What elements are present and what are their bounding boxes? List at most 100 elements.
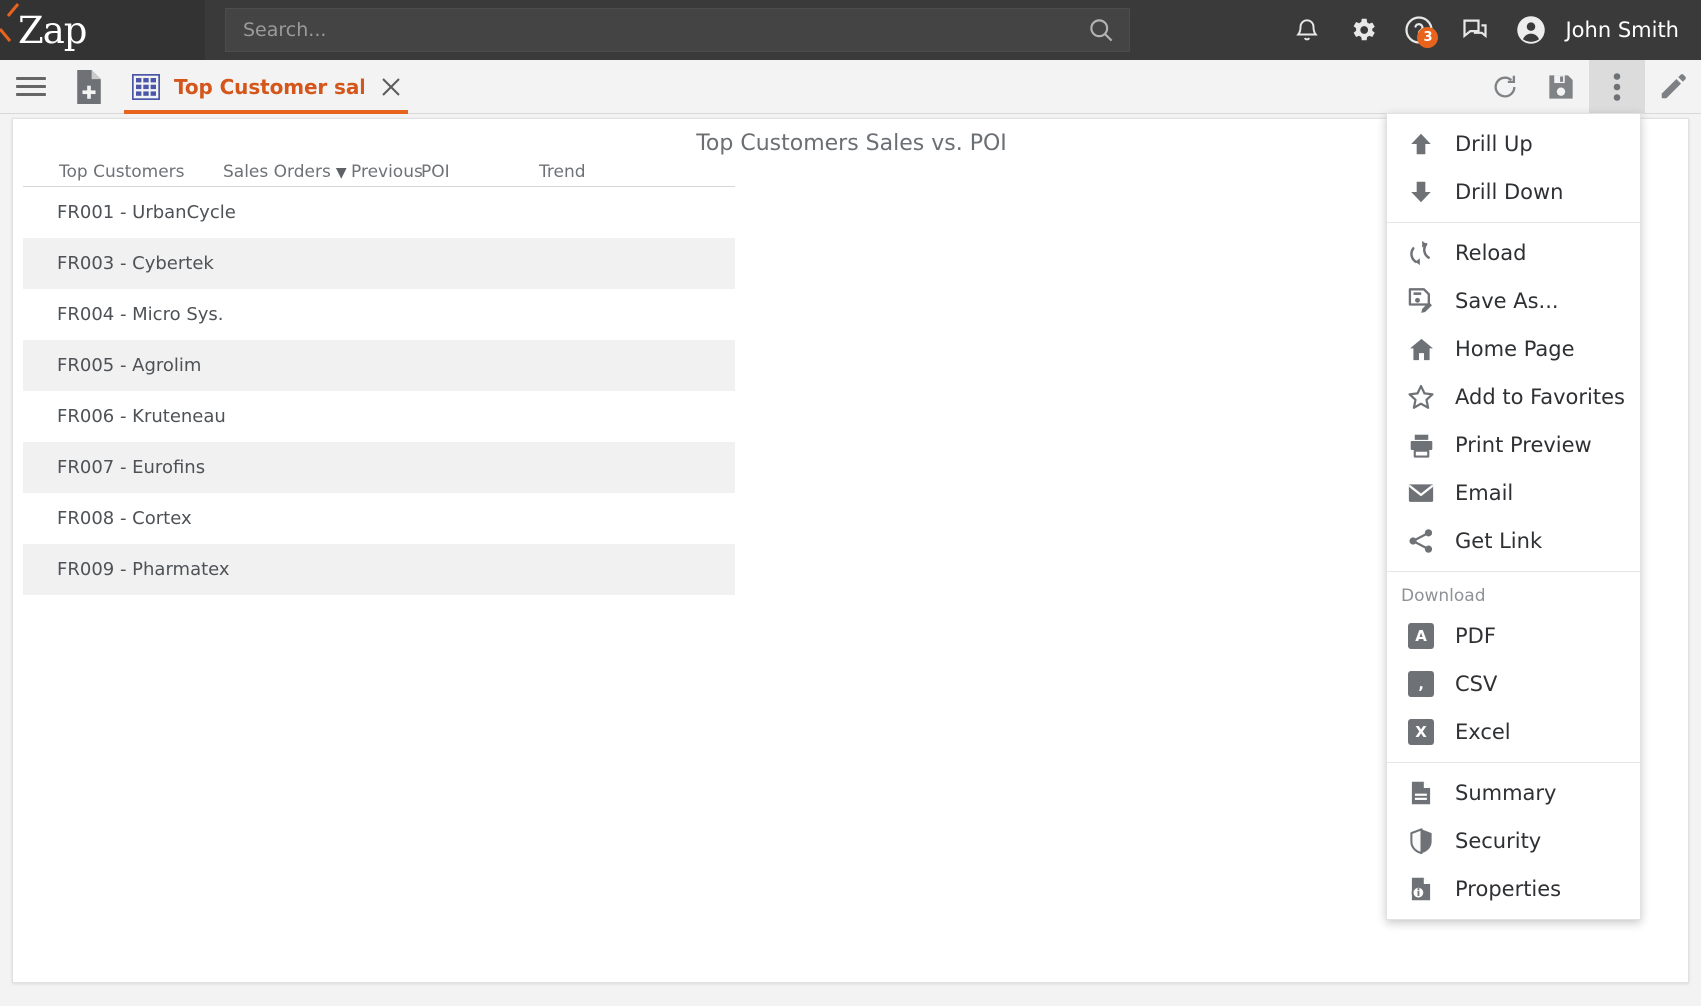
pdf-file-icon: A <box>1401 623 1441 649</box>
arrow-up-icon <box>1401 131 1441 157</box>
header-actions: 3 John Smith <box>1279 0 1701 60</box>
more-options-menu[interactable]: Drill Up Drill Down Reload Save As... Home P… <box>1386 113 1641 920</box>
properties-info-icon <box>1401 875 1441 903</box>
column-header-sales-orders-label: Sales Orders <box>223 162 331 182</box>
menu-item-label: PDF <box>1455 624 1496 648</box>
column-header-trend[interactable]: Trend <box>539 162 639 182</box>
more-options-icon[interactable] <box>1589 60 1645 114</box>
chat-icon[interactable] <box>1447 0 1503 60</box>
table-header-row: Top Customers Sales Orders ▼ Previous POI… <box>23 151 735 187</box>
menu-item-label: CSV <box>1455 672 1497 696</box>
search-box[interactable] <box>225 8 1130 52</box>
help-badge-count: 3 <box>1417 27 1438 48</box>
tab-top-customer-sales[interactable]: Top Customer sales v <box>116 60 416 114</box>
menu-item-csv[interactable]: ‚ CSV <box>1387 660 1640 708</box>
share-icon <box>1401 527 1441 555</box>
home-icon <box>1401 336 1441 363</box>
tab-bar-actions <box>1477 60 1701 114</box>
menu-item-drill-down[interactable]: Drill Down <box>1387 168 1640 216</box>
cell-customer: FR009 - Pharmatex <box>23 559 223 580</box>
app-logo[interactable]: Zap <box>0 0 205 60</box>
cell-customer: FR005 - Agrolim <box>23 355 223 376</box>
save-icon[interactable] <box>1533 60 1589 114</box>
column-header-sales-orders[interactable]: Sales Orders ▼ <box>223 162 351 182</box>
table-row[interactable]: FR003 - Cybertek <box>23 238 735 289</box>
hamburger-icon[interactable] <box>0 60 62 114</box>
reload-icon <box>1401 239 1441 267</box>
menu-item-summary[interactable]: Summary <box>1387 769 1640 817</box>
menu-item-excel[interactable]: X Excel <box>1387 708 1640 756</box>
summary-document-icon <box>1401 779 1441 807</box>
edit-pencil-icon[interactable] <box>1645 60 1701 114</box>
cell-customer: FR008 - Cortex <box>23 508 223 529</box>
menu-item-label: Drill Up <box>1455 132 1533 156</box>
search-input[interactable] <box>226 19 1073 41</box>
menu-item-label: Email <box>1455 481 1513 505</box>
menu-item-label: Properties <box>1455 877 1561 901</box>
user-name[interactable]: John Smith <box>1565 18 1679 42</box>
gear-icon[interactable] <box>1335 0 1391 60</box>
bell-icon[interactable] <box>1279 0 1335 60</box>
menu-item-print-preview[interactable]: Print Preview <box>1387 421 1640 469</box>
menu-item-reload[interactable]: Reload <box>1387 229 1640 277</box>
arrow-down-icon <box>1401 179 1441 205</box>
report-table: Top Customers Sales Orders ▼ Previous POI… <box>23 151 735 595</box>
table-row[interactable]: FR009 - Pharmatex <box>23 544 735 595</box>
menu-item-properties[interactable]: Properties <box>1387 865 1640 913</box>
tab-bar: Top Customer sales v <box>0 60 1701 114</box>
table-row[interactable]: FR001 - UrbanCycle <box>23 187 735 238</box>
avatar[interactable] <box>1503 0 1559 60</box>
menu-item-label: Add to Favorites <box>1455 385 1625 409</box>
menu-item-label: Print Preview <box>1455 433 1592 457</box>
close-icon[interactable] <box>380 76 402 98</box>
sort-descending-icon[interactable]: ▼ <box>336 165 347 181</box>
menu-item-label: Save As... <box>1455 289 1559 313</box>
menu-item-security[interactable]: Security <box>1387 817 1640 865</box>
table-row[interactable]: FR007 - Eurofins <box>23 442 735 493</box>
menu-item-label: Get Link <box>1455 529 1542 553</box>
csv-file-icon: ‚ <box>1401 671 1441 697</box>
menu-item-label: Drill Down <box>1455 180 1564 204</box>
printer-icon <box>1401 432 1441 459</box>
menu-item-add-to-favorites[interactable]: Add to Favorites <box>1387 373 1640 421</box>
menu-item-label: Home Page <box>1455 337 1575 361</box>
table-row[interactable]: FR004 - Micro Sys. <box>23 289 735 340</box>
cell-customer: FR007 - Eurofins <box>23 457 223 478</box>
tab-label: Top Customer sales v <box>174 75 364 99</box>
hamburger-lines <box>16 72 46 101</box>
shield-icon <box>1401 827 1441 855</box>
menu-item-label: Security <box>1455 829 1541 853</box>
refresh-icon[interactable] <box>1477 60 1533 114</box>
menu-item-get-link[interactable]: Get Link <box>1387 517 1640 565</box>
menu-item-home-page[interactable]: Home Page <box>1387 325 1640 373</box>
cell-customer: FR006 - Kruteneau <box>23 406 223 427</box>
column-header-top-customers[interactable]: Top Customers <box>23 162 223 182</box>
menu-item-pdf[interactable]: A PDF <box>1387 612 1640 660</box>
menu-item-email[interactable]: Email <box>1387 469 1640 517</box>
menu-item-drill-up[interactable]: Drill Up <box>1387 120 1640 168</box>
cell-customer: FR004 - Micro Sys. <box>23 304 223 325</box>
menu-item-label: Excel <box>1455 720 1511 744</box>
logo-text: Zap <box>18 9 86 52</box>
save-as-icon <box>1401 287 1441 315</box>
table-row[interactable]: FR008 - Cortex <box>23 493 735 544</box>
menu-item-label: Reload <box>1455 241 1526 265</box>
menu-separator <box>1387 222 1640 223</box>
menu-separator <box>1387 571 1640 572</box>
column-header-poi[interactable]: POI <box>421 162 539 182</box>
help-icon[interactable]: 3 <box>1391 0 1447 60</box>
grid-table-icon <box>132 74 160 100</box>
cell-customer: FR003 - Cybertek <box>23 253 223 274</box>
star-icon <box>1401 383 1441 411</box>
menu-item-save-as[interactable]: Save As... <box>1387 277 1640 325</box>
envelope-icon <box>1401 479 1441 507</box>
menu-separator <box>1387 762 1640 763</box>
new-document-icon[interactable] <box>62 60 116 114</box>
excel-file-icon: X <box>1401 719 1441 745</box>
column-header-previous[interactable]: Previous <box>351 162 421 182</box>
tab-bar-left: Top Customer sales v <box>0 60 416 114</box>
table-row[interactable]: FR005 - Agrolim <box>23 340 735 391</box>
search-icon[interactable] <box>1073 17 1129 44</box>
menu-item-label: Summary <box>1455 781 1556 805</box>
table-row[interactable]: FR006 - Kruteneau <box>23 391 735 442</box>
